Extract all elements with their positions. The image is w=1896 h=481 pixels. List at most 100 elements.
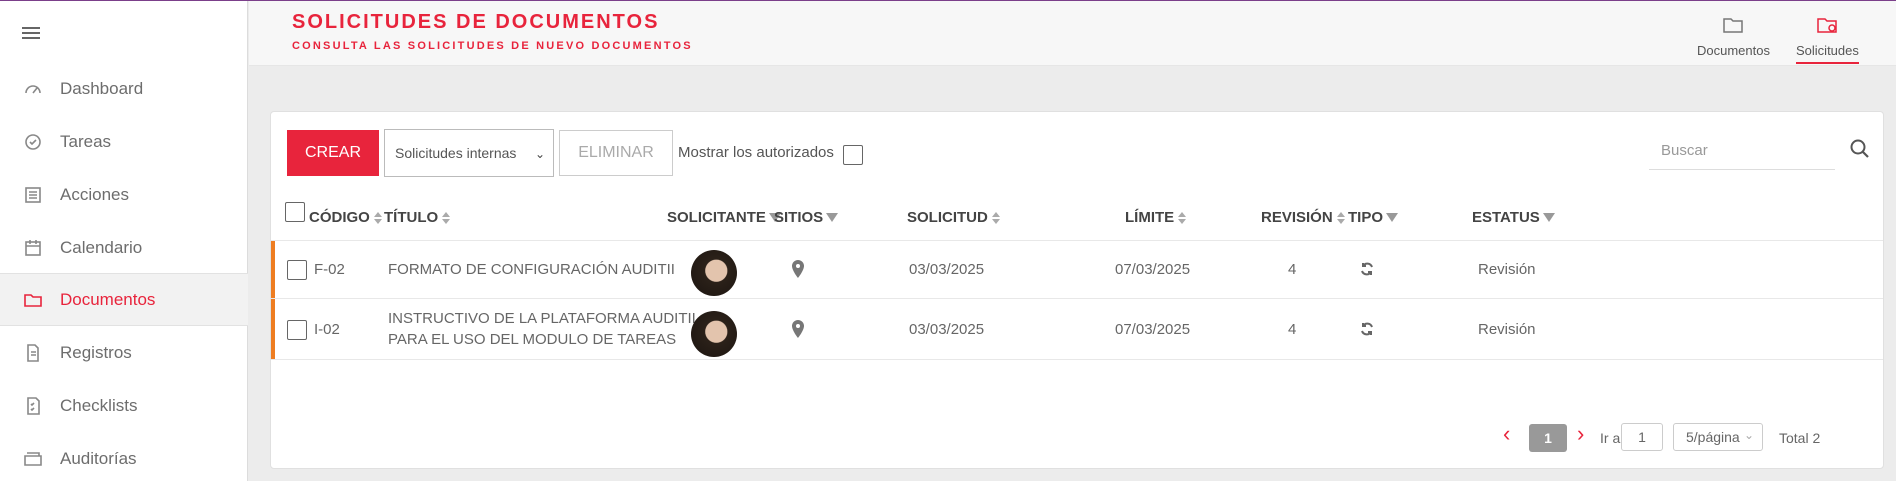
location-pin-icon[interactable]: [791, 260, 805, 282]
row-checkbox[interactable]: [287, 260, 307, 280]
requests-card: CREAR Solicitudes internas ⌄ ELIMINAR Mo…: [270, 111, 1884, 469]
column-header-estatus[interactable]: ESTATUS: [1472, 209, 1555, 226]
row-marker: [271, 299, 275, 359]
tab-solicitudes[interactable]: Solicitudes: [1796, 15, 1859, 64]
page-size-select[interactable]: 5/página ⌄: [1673, 423, 1763, 451]
sidebar-item-checklists[interactable]: Checklists: [0, 379, 248, 432]
sidebar-item-label: Auditorías: [60, 448, 137, 468]
avatar: [691, 311, 737, 357]
column-label: SITIOS: [774, 209, 824, 226]
tab-label: Documentos: [1697, 43, 1770, 58]
location-pin-icon[interactable]: [791, 320, 805, 342]
sync-icon: [1359, 261, 1375, 281]
create-button[interactable]: CREAR: [287, 130, 379, 176]
row-marker: [271, 241, 275, 298]
tab-documentos[interactable]: Documentos: [1697, 15, 1770, 62]
column-header-solicitante[interactable]: SOLICITANTE: [667, 209, 781, 226]
sync-icon: [1359, 321, 1375, 341]
prev-page-icon[interactable]: ‹: [1503, 421, 1510, 447]
sort-icon[interactable]: [1336, 211, 1345, 224]
column-label: CÓDIGO: [309, 209, 370, 226]
cell-limit-date: 07/03/2025: [1115, 321, 1191, 338]
cell-request-date: 03/03/2025: [909, 261, 985, 278]
show-authorized-label: Mostrar los autorizados: [678, 144, 834, 161]
cell-limit-date: 07/03/2025: [1115, 261, 1191, 278]
calendar-icon: [22, 237, 44, 259]
search-input[interactable]: Buscar: [1649, 130, 1835, 170]
sidebar-item-calendario[interactable]: Calendario: [0, 221, 248, 274]
column-label: TIPO: [1348, 209, 1384, 226]
cell-revision: 4: [1288, 321, 1297, 338]
sidebar-item-label: Dashboard: [60, 78, 144, 98]
sidebar-item-label: Registros: [60, 342, 132, 362]
cell-status: Revisión: [1478, 321, 1536, 338]
chevron-down-icon: ⌄: [1743, 428, 1754, 442]
filter-icon[interactable]: [826, 213, 839, 222]
sidebar-item-label: Checklists: [60, 395, 138, 415]
select-value: Solicitudes internas: [395, 145, 517, 161]
sort-icon[interactable]: [991, 211, 1000, 224]
cell-revision: 4: [1288, 261, 1297, 278]
row-checkbox[interactable]: [287, 320, 307, 340]
column-label: LÍMITE: [1125, 209, 1175, 226]
sidebar-item-label: Documentos: [60, 289, 156, 309]
select-all-checkbox[interactable]: [285, 202, 305, 222]
folder-clock-icon: [1817, 18, 1838, 33]
cell-request-date: 03/03/2025: [909, 321, 985, 338]
sidebar-item-label: Acciones: [60, 184, 129, 204]
show-authorized-checkbox[interactable]: [843, 145, 863, 165]
cell-title-line2[interactable]: PARA EL USO DEL MODULO DE TAREAS: [388, 327, 676, 352]
column-label: SOLICITANTE: [667, 209, 766, 226]
checklist-icon: [22, 395, 44, 417]
sidebar-item-dashboard[interactable]: Dashboard: [0, 62, 248, 115]
column-label: TÍTULO: [384, 209, 439, 226]
sort-icon[interactable]: [442, 211, 451, 224]
list-icon: [22, 184, 44, 206]
column-header-revision[interactable]: REVISIÓN: [1261, 209, 1345, 226]
page-size-value: 5/página: [1686, 429, 1740, 445]
total-count: Total 2: [1779, 430, 1821, 446]
filter-icon[interactable]: [1542, 213, 1555, 222]
table-row[interactable]: I-02 INSTRUCTIVO DE LA PLATAFORMA AUDITI…: [271, 298, 1883, 360]
sidebar-item-registros[interactable]: Registros: [0, 326, 248, 379]
goto-page-input[interactable]: 1: [1621, 423, 1663, 451]
request-type-select[interactable]: Solicitudes internas ⌄: [384, 129, 554, 177]
gauge-icon: [22, 78, 44, 100]
page-title: SOLICITUDES DE DOCUMENTOS: [292, 11, 660, 33]
cell-title[interactable]: FORMATO DE CONFIGURACIÓN AUDITII: [388, 257, 675, 282]
table-row[interactable]: F-02 FORMATO DE CONFIGURACIÓN AUDITII 03…: [271, 240, 1883, 298]
sort-icon[interactable]: [373, 211, 382, 224]
sort-icon[interactable]: [1178, 211, 1187, 224]
current-page[interactable]: 1: [1529, 424, 1567, 452]
cell-code: F-02: [314, 261, 345, 278]
column-header-tipo[interactable]: TIPO: [1348, 209, 1399, 226]
column-label: SOLICITUD: [907, 209, 988, 226]
delete-button[interactable]: ELIMINAR: [559, 130, 673, 176]
check-circle-icon: [22, 131, 44, 153]
folder-icon: [22, 289, 44, 311]
goto-label: Ir a: [1600, 430, 1621, 446]
column-header-solicitud[interactable]: SOLICITUD: [907, 209, 1000, 226]
folder-icon: [1723, 18, 1744, 33]
hamburger-menu-icon[interactable]: [22, 27, 40, 41]
sidebar-item-tareas[interactable]: Tareas: [0, 115, 248, 168]
column-header-limite[interactable]: LÍMITE: [1125, 209, 1187, 226]
sidebar-item-acciones[interactable]: Acciones: [0, 168, 248, 221]
page-subtitle: CONSULTA LAS SOLICITUDES DE NUEVO DOCUME…: [292, 40, 693, 52]
search-icon[interactable]: [1849, 138, 1871, 160]
column-label: REVISIÓN: [1261, 209, 1333, 226]
sidebar-item-label: Tareas: [60, 131, 112, 151]
cell-status: Revisión: [1478, 261, 1536, 278]
column-header-sitios[interactable]: SITIOS: [774, 209, 839, 226]
column-header-codigo[interactable]: CÓDIGO: [309, 209, 382, 226]
filter-icon[interactable]: [1386, 213, 1399, 222]
tab-label: Solicitudes: [1796, 43, 1859, 64]
sidebar-item-label: Calendario: [60, 237, 143, 257]
file-icon: [22, 342, 44, 364]
column-header-titulo[interactable]: TÍTULO: [384, 209, 451, 226]
sidebar-item-auditorias[interactable]: Auditorías: [0, 432, 248, 481]
next-page-icon[interactable]: ›: [1577, 421, 1584, 447]
sidebar-item-documentos[interactable]: Documentos: [0, 273, 248, 326]
avatar: [691, 250, 737, 296]
sidebar: Dashboard Tareas Acciones Calendario Doc…: [0, 1, 248, 481]
